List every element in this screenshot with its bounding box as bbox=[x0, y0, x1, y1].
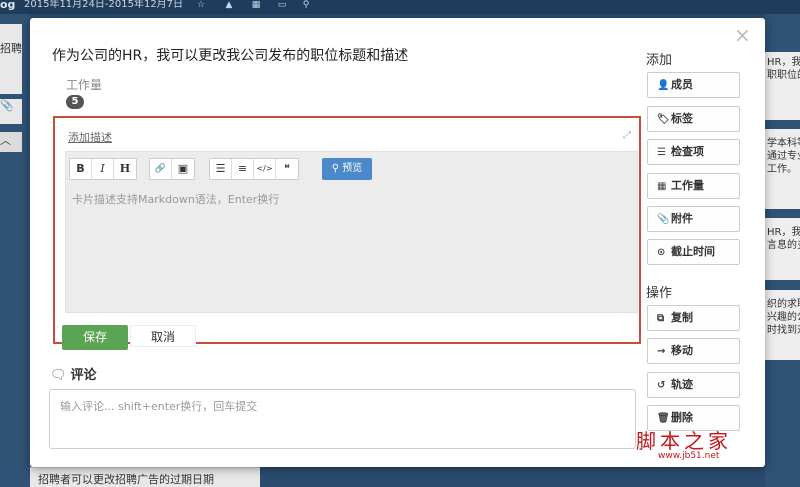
search-icon[interactable]: ⚲ bbox=[301, 0, 311, 10]
add-description-link[interactable]: 添加描述 bbox=[68, 129, 112, 145]
user-plus-icon: 👤 bbox=[657, 80, 670, 91]
paperclip-icon: 📎 bbox=[657, 214, 670, 225]
copy-button[interactable]: ⧉ 复制 bbox=[647, 305, 740, 331]
chart-icon[interactable]: ▲ bbox=[224, 0, 234, 10]
card-title[interactable]: 作为公司的HR，我可以更改我公司发布的职位标题和描述 bbox=[52, 45, 408, 65]
cancel-button[interactable]: 取消 bbox=[130, 325, 196, 347]
archive-icon[interactable]: ▭ bbox=[277, 0, 287, 10]
comment-icon: 🗨 bbox=[50, 368, 67, 383]
board-topbar: og 2015年11月24日-2015年12月7日 ☆ ▲ ▦ ▭ ⚲ bbox=[0, 0, 800, 14]
expand-icon[interactable]: ⤢ bbox=[623, 130, 631, 141]
heading-button[interactable]: H bbox=[114, 159, 136, 179]
preview-button[interactable]: ⚲ 预览 bbox=[322, 158, 372, 180]
search-icon: ⚲ bbox=[331, 163, 343, 174]
arrow-right-icon: → bbox=[657, 346, 666, 357]
add-label-button[interactable]: 🏷标签 bbox=[647, 106, 740, 132]
description-editor-section: 添加描述 ⤢ B I H 🔗 ▣ ☰ ≡ </> ❝ ⚲ 预览 卡片描述支持Ma… bbox=[53, 116, 641, 350]
comment-input[interactable]: 输入评论... shift+enter换行，回车提交 bbox=[49, 389, 636, 449]
site-watermark-url: www.jb51.net bbox=[658, 451, 720, 461]
checklist-icon: ☰ bbox=[657, 147, 666, 158]
add-attachment-button[interactable]: 📎 附件 bbox=[647, 206, 740, 232]
save-button[interactable]: 保存 bbox=[62, 325, 128, 350]
add-due-date-button[interactable]: ⊙ 截止时间 bbox=[647, 239, 740, 265]
board-card-collapse[interactable]: ︿ bbox=[0, 132, 22, 152]
board-card[interactable]: 📎 bbox=[0, 99, 22, 124]
board-brand: og bbox=[0, 0, 16, 11]
bold-button[interactable]: B bbox=[70, 159, 92, 179]
comment-heading: 🗨 评论 bbox=[50, 368, 97, 383]
board-card[interactable]: HR，我 言息的多 bbox=[765, 218, 800, 280]
add-member-button[interactable]: 👤 成员 bbox=[647, 72, 740, 98]
board-left-column: 招聘 📎 ︿ bbox=[0, 14, 30, 487]
add-section-title: 添加 bbox=[646, 53, 673, 68]
history-icon: ↺ bbox=[657, 380, 666, 391]
copy-icon: ⧉ bbox=[657, 313, 665, 324]
board-card[interactable]: HR，我 职职位的 bbox=[765, 52, 800, 120]
toolbar-block-group: ☰ ≡ </> ❝ bbox=[209, 158, 299, 180]
toolbar-format-group: B I H bbox=[69, 158, 137, 180]
board-card-bottom[interactable]: 招聘者可以更改招聘广告的过期日期 bbox=[30, 467, 260, 487]
add-checklist-button[interactable]: ☰ 检查项 bbox=[647, 139, 740, 165]
workload-badge[interactable]: 5 bbox=[66, 95, 84, 109]
board-date-range: 2015年11月24日-2015年12月7日 bbox=[24, 0, 184, 10]
italic-button[interactable]: I bbox=[92, 159, 114, 179]
board-right-column: HR，我 职职位的 学本科等 通过专业 工作。 HR，我 言息的多 织的求职 兴… bbox=[765, 14, 800, 487]
editor-placeholder: 卡片描述支持Markdown语法，Enter换行 bbox=[72, 193, 280, 206]
toolbar-insert-group: 🔗 ▣ bbox=[149, 158, 195, 180]
tag-icon: 🏷 bbox=[657, 114, 670, 125]
bullet-list-icon[interactable]: ☰ bbox=[210, 159, 232, 179]
board-card[interactable]: 学本科等 通过专业 工作。 bbox=[765, 129, 800, 209]
paperclip-icon: 📎 bbox=[0, 99, 14, 112]
table-icon[interactable]: ▦ bbox=[251, 0, 261, 10]
board-card[interactable]: 织的求职 兴趣的公 时找到对 bbox=[765, 290, 800, 360]
numbered-list-icon[interactable]: ≡ bbox=[232, 159, 254, 179]
close-icon[interactable]: × bbox=[734, 25, 751, 45]
link-icon[interactable]: 🔗 bbox=[150, 159, 172, 179]
board-card[interactable]: 招聘 bbox=[0, 24, 22, 94]
card-detail-modal: × 作为公司的HR，我可以更改我公司发布的职位标题和描述 工作量 5 添加描述 … bbox=[30, 18, 765, 467]
clock-icon: ⊙ bbox=[657, 247, 666, 258]
add-workload-button[interactable]: ▦ 工作量 bbox=[647, 173, 740, 199]
image-icon[interactable]: ▣ bbox=[172, 159, 194, 179]
chevron-up-icon: ︿ bbox=[0, 134, 11, 147]
actions-section-title: 操作 bbox=[646, 286, 673, 301]
move-button[interactable]: → 移动 bbox=[647, 338, 740, 364]
star-icon[interactable]: ☆ bbox=[196, 0, 206, 10]
history-button[interactable]: ↺ 轨迹 bbox=[647, 372, 740, 398]
code-icon[interactable]: </> bbox=[254, 159, 276, 179]
comment-placeholder: 输入评论... shift+enter换行，回车提交 bbox=[60, 400, 258, 413]
workload-label: 工作量 bbox=[66, 78, 103, 92]
grid-icon: ▦ bbox=[657, 181, 667, 192]
site-watermark: 脚本之家 bbox=[636, 429, 732, 453]
quote-icon[interactable]: ❝ bbox=[276, 159, 298, 179]
